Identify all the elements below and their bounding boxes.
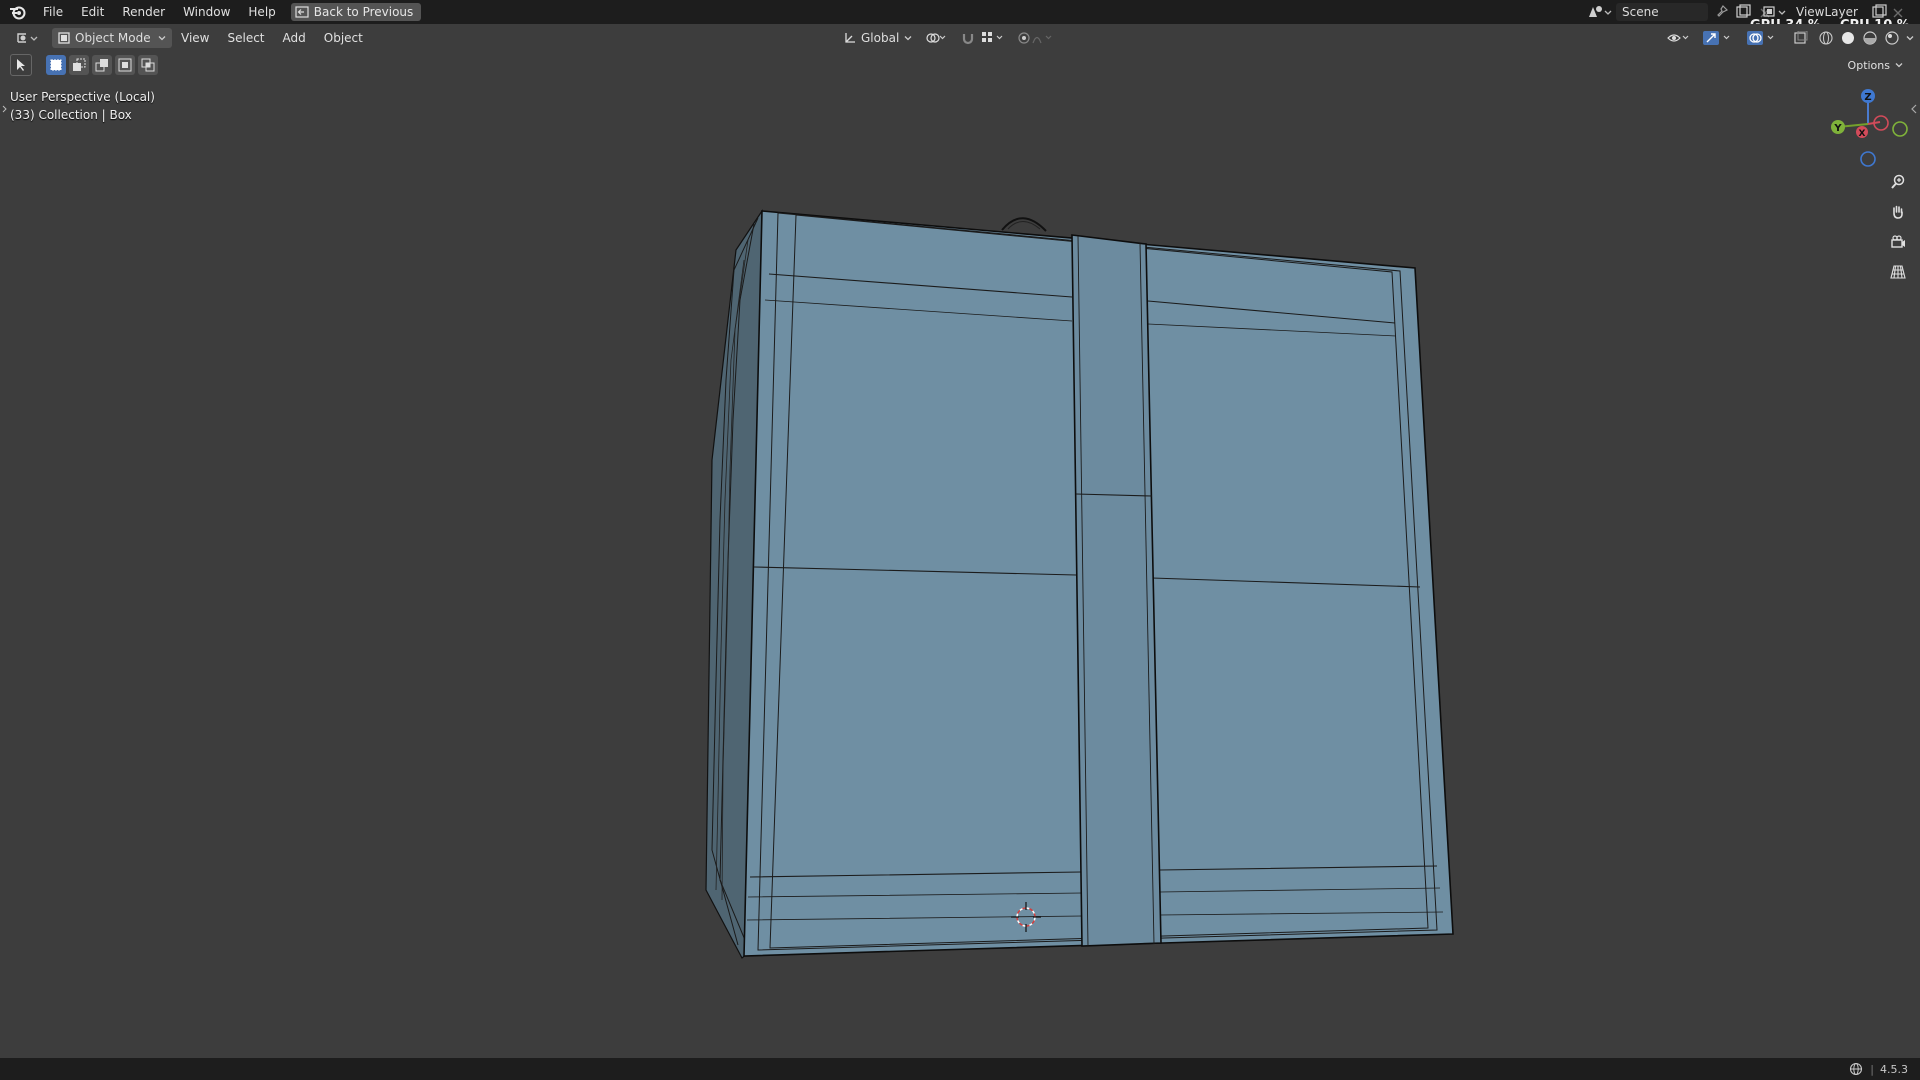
perspective-toggle-button[interactable] bbox=[1886, 260, 1910, 284]
sidebar-toggle-icon[interactable] bbox=[1910, 104, 1918, 114]
network-icon[interactable] bbox=[1848, 1062, 1864, 1076]
gizmo-y-negative[interactable] bbox=[1892, 121, 1908, 137]
options-label: Options bbox=[1847, 58, 1890, 72]
grid-perspective-icon bbox=[1890, 265, 1906, 279]
options-dropdown[interactable]: Options bbox=[1842, 56, 1910, 74]
status-bar: | 4.5.3 bbox=[0, 1058, 1920, 1080]
navigation-gizmo[interactable]: Z Y X bbox=[1820, 84, 1920, 174]
gizmo-z-label: Z bbox=[1864, 92, 1871, 103]
gizmo-z-negative[interactable] bbox=[1860, 151, 1876, 167]
gizmo-y-label: Y bbox=[1833, 123, 1842, 134]
viewport-scene bbox=[705, 208, 1454, 959]
zoom-icon bbox=[1891, 174, 1905, 189]
box-strap[interactable] bbox=[1071, 234, 1162, 947]
chevron-down-icon bbox=[1895, 63, 1903, 68]
status-divider: | bbox=[1870, 1062, 1874, 1076]
pan-button[interactable] bbox=[1886, 200, 1910, 224]
gizmo-x-label: X bbox=[1859, 129, 1866, 139]
camera-icon bbox=[1891, 235, 1905, 248]
version-label: 4.5.3 bbox=[1880, 1062, 1908, 1076]
zoom-button[interactable] bbox=[1886, 170, 1910, 194]
camera-view-button[interactable] bbox=[1886, 230, 1910, 254]
hand-icon bbox=[1893, 205, 1903, 219]
